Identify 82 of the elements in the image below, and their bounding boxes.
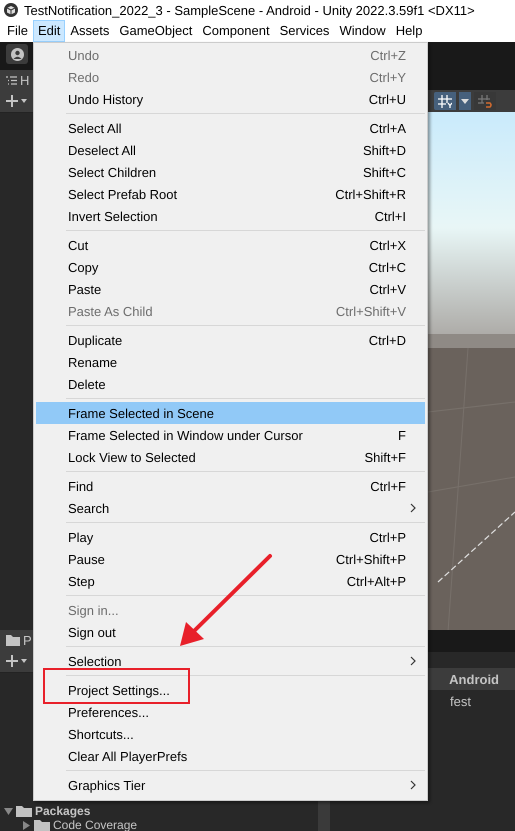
menu-bar-item[interactable]: Services <box>274 20 334 42</box>
account-icon <box>10 48 24 60</box>
caret-down-icon[interactable] <box>4 806 13 816</box>
menu-item[interactable]: Lock View to Selected Shift+F <box>36 446 425 468</box>
caret-right-icon[interactable] <box>22 820 31 830</box>
shortcut-label: Ctrl+U <box>368 92 407 106</box>
shortcut-label: Ctrl+Y <box>370 70 407 84</box>
file-name: fest <box>449 693 472 709</box>
menu-bar-item[interactable]: File <box>2 20 33 42</box>
add-icon[interactable] <box>6 655 28 667</box>
tree-item[interactable]: Code Coverage <box>0 818 318 831</box>
shortcut-label: Ctrl+Shift+R <box>335 186 407 202</box>
menu-item[interactable]: Frame Selected in Window under Cursor F <box>36 424 425 446</box>
dropdown-button[interactable] <box>459 92 471 110</box>
menu-item[interactable]: Frame Selected in Scene <box>36 402 425 424</box>
grid-magnet-icon <box>478 94 492 108</box>
menu-bar-item[interactable]: Window <box>334 20 391 42</box>
shortcut-label: Ctrl+Shift+P <box>336 552 407 566</box>
shortcut-label: Shift+F <box>364 450 407 464</box>
menu-bar-item[interactable]: Component <box>197 20 275 42</box>
menu-item[interactable]: Undo History Ctrl+U <box>36 88 425 110</box>
menu-bar-item[interactable]: GameObject <box>114 20 198 42</box>
folder-icon <box>6 634 20 646</box>
menu-item[interactable]: Shortcuts... <box>36 723 425 745</box>
shortcut-label: Ctrl+C <box>368 260 407 274</box>
chevron-right-icon <box>410 656 416 666</box>
shortcut-label: Ctrl+V <box>370 282 407 296</box>
menu-item[interactable]: Select All Ctrl+A <box>36 117 425 139</box>
menu-item[interactable]: Search <box>36 497 425 519</box>
snap-button[interactable] <box>474 92 496 110</box>
tab-label: H <box>20 72 30 88</box>
caret-down-icon <box>461 98 469 104</box>
menu-item[interactable]: Pause Ctrl+Shift+P <box>36 548 425 570</box>
menu-bar-item[interactable]: Help <box>390 20 428 42</box>
grid-snap-button[interactable] <box>434 92 456 110</box>
account-button[interactable] <box>6 44 28 64</box>
shortcut-label: Shift+C <box>363 164 407 180</box>
chevron-right-icon <box>410 503 416 513</box>
menu-item[interactable]: Duplicate Ctrl+D <box>36 329 425 351</box>
cube-logo-icon <box>4 3 18 17</box>
menu-item[interactable]: Find Ctrl+F <box>36 475 425 497</box>
window-title: TestNotification_2022_3 - SampleScene - Android - Unity 2022.3.59f1 <DX11> <box>24 2 475 18</box>
shortcut-label: Ctrl+X <box>370 238 407 252</box>
tree-label: Packages <box>35 804 90 818</box>
tab-label: P <box>23 632 32 648</box>
menu-item[interactable]: Copy Ctrl+C <box>36 256 425 278</box>
menu-item[interactable]: Preferences... <box>36 701 425 723</box>
list-icon <box>6 76 17 84</box>
shortcut-label: Ctrl+Z <box>370 48 407 62</box>
menu-bar-item[interactable]: Edit <box>32 20 66 42</box>
menu-item[interactable]: Project Settings... <box>36 679 425 701</box>
shortcut-label: Ctrl+Alt+P <box>346 574 407 588</box>
menu-item[interactable]: Step Ctrl+Alt+P <box>36 570 425 592</box>
menu-item[interactable]: Rename <box>36 351 425 373</box>
chevron-right-icon <box>410 780 416 790</box>
tree-label: Code Coverage <box>53 818 138 831</box>
add-icon[interactable] <box>6 95 28 107</box>
shortcut-label: Ctrl+A <box>370 120 407 136</box>
folder-icon <box>16 805 32 817</box>
shortcut-label: Ctrl+I <box>374 208 407 224</box>
breadcrumb[interactable]: Android <box>449 672 499 686</box>
menu-bar-item[interactable]: Assets <box>65 20 114 42</box>
menu-item[interactable]: Clear All PlayerPrefs <box>36 745 425 767</box>
shortcut-label: Ctrl+P <box>370 530 407 544</box>
menu-item[interactable]: Selection <box>36 650 425 672</box>
menu-item[interactable]: Select Prefab Root Ctrl+Shift+R <box>36 183 425 205</box>
menu-item[interactable]: Select Children Shift+C <box>36 161 425 183</box>
folder-icon <box>34 819 50 831</box>
menu-item[interactable]: Graphics Tier <box>36 774 425 796</box>
tree-item[interactable]: Packages <box>0 804 318 818</box>
menu-item[interactable]: Deselect All Shift+D <box>36 139 425 161</box>
shortcut-label: Ctrl+Shift+V <box>336 304 407 318</box>
menu-item[interactable]: Delete <box>36 373 425 395</box>
menu-item[interactable]: Play Ctrl+P <box>36 526 425 548</box>
menu-item[interactable]: Cut Ctrl+X <box>36 234 425 256</box>
grid-icon <box>438 94 452 108</box>
shortcut-label: Shift+D <box>363 142 407 158</box>
shortcut-label: Ctrl+D <box>368 332 407 348</box>
shortcut-label: F <box>398 428 407 442</box>
shortcut-label: Ctrl+F <box>370 478 407 494</box>
menu-item[interactable]: Paste Ctrl+V <box>36 278 425 300</box>
menu-item[interactable]: Invert Selection Ctrl+I <box>36 205 425 227</box>
